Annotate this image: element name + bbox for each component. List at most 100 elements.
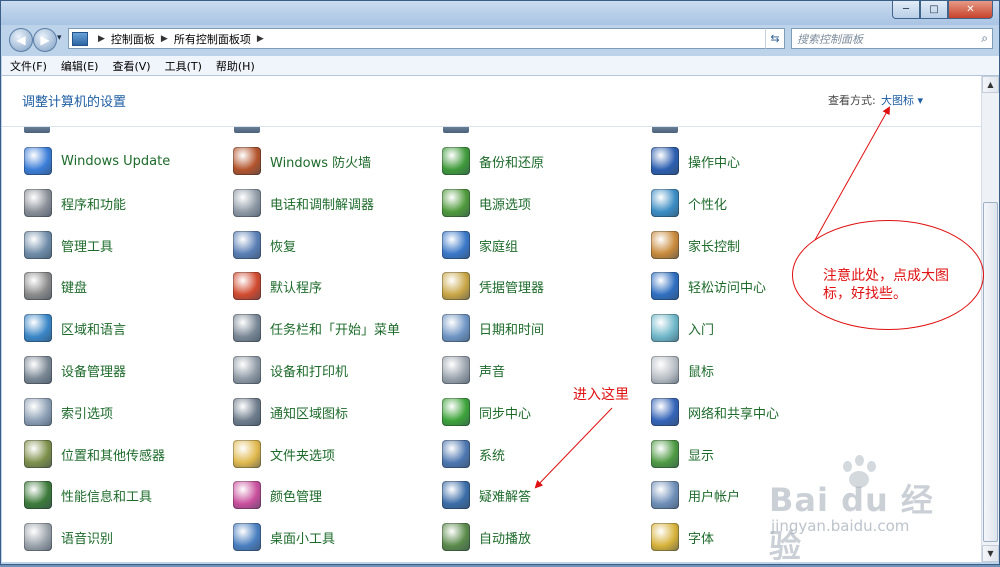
control-panel-item[interactable]: 同步中心 xyxy=(442,398,531,426)
navigation-bar: ◀ ▶ ▾ ▶ 控制面板 ▶ 所有控制面板项 ▶ ⇆ 搜索控制面板 ⌕ xyxy=(1,25,999,53)
control-panel-item-label: 网络和共享中心 xyxy=(688,406,780,422)
taskbar-start-icon xyxy=(233,314,261,342)
baidu-jingyan-watermark: Bai du 经验 jingyan.baidu.com xyxy=(765,455,965,565)
control-panel-item[interactable]: 鼠标 xyxy=(651,356,714,384)
display-icon xyxy=(651,440,679,468)
control-panel-item[interactable]: 操作中心 xyxy=(651,147,740,175)
control-panel-item[interactable]: 系统 xyxy=(442,440,505,468)
credential-manager-icon xyxy=(442,272,470,300)
forward-button[interactable]: ▶ xyxy=(33,28,57,52)
breadcrumb-all-items[interactable]: 所有控制面板项 xyxy=(174,31,251,47)
control-panel-item[interactable]: 管理工具 xyxy=(24,231,113,259)
control-panel-item-label: 自动播放 xyxy=(479,531,532,547)
control-panel-item[interactable]: 家庭组 xyxy=(442,231,518,259)
fonts-icon xyxy=(651,523,679,551)
scrollbar-thumb[interactable] xyxy=(983,202,998,542)
control-panel-item[interactable]: 轻松访问中心 xyxy=(651,272,766,300)
control-panel-item[interactable]: 通知区域图标 xyxy=(233,398,348,426)
title-bar[interactable]: ─ □ ✕ xyxy=(1,1,999,25)
control-panel-item-label: 索引选项 xyxy=(61,406,114,422)
control-panel-item[interactable]: 设备和打印机 xyxy=(233,356,348,384)
control-panel-item[interactable]: 性能信息和工具 xyxy=(24,481,152,509)
control-panel-item[interactable]: 电源选项 xyxy=(442,189,531,217)
view-by-dropdown[interactable]: 大图标 ▾ xyxy=(881,92,923,108)
search-icon[interactable]: ⌕ xyxy=(981,31,988,46)
control-panel-item-label: 任务栏和「开始」菜单 xyxy=(270,322,401,338)
control-panel-item[interactable]: 用户帐户 xyxy=(651,481,740,509)
user-accounts-icon xyxy=(651,481,679,509)
control-panel-item[interactable]: 任务栏和「开始」菜单 xyxy=(233,314,400,342)
control-panel-item[interactable]: 文件夹选项 xyxy=(233,440,335,468)
control-panel-item-label: Windows 防火墙 xyxy=(270,155,372,171)
control-panel-item[interactable]: 电话和调制解调器 xyxy=(233,189,374,217)
troubleshooting-icon xyxy=(442,481,470,509)
vertical-scrollbar[interactable]: ▲ ▼ xyxy=(981,76,999,562)
programs-features-icon xyxy=(24,189,52,217)
mouse-icon xyxy=(651,356,679,384)
scroll-up-button[interactable]: ▲ xyxy=(982,76,999,93)
control-panel-item[interactable]: 颜色管理 xyxy=(233,481,322,509)
refresh-button[interactable]: ⇆ xyxy=(765,28,785,49)
menu-edit[interactable]: 编辑(E) xyxy=(53,58,105,74)
close-button[interactable]: ✕ xyxy=(948,1,993,19)
control-panel-item[interactable]: 桌面小工具 xyxy=(233,523,335,551)
control-panel-item[interactable]: Windows 防火墙 xyxy=(233,147,371,175)
control-panel-item[interactable]: 自动播放 xyxy=(442,523,531,551)
menu-file[interactable]: 文件(F) xyxy=(2,58,53,74)
homegroup-icon xyxy=(442,231,470,259)
search-input[interactable]: 搜索控制面板 ⌕ xyxy=(791,28,993,49)
back-arrow-icon: ◀ xyxy=(16,33,26,47)
control-panel-item[interactable]: 显示 xyxy=(651,440,714,468)
control-panel-item[interactable]: 家长控制 xyxy=(651,231,740,259)
control-panel-item[interactable]: 恢复 xyxy=(233,231,296,259)
sound-icon xyxy=(442,356,470,384)
admin-tools-icon xyxy=(24,231,52,259)
control-panel-item[interactable]: 位置和其他传感器 xyxy=(24,440,165,468)
default-programs-icon xyxy=(233,272,261,300)
breadcrumb-separator-icon: ▶ xyxy=(256,33,264,44)
control-panel-item[interactable]: 索引选项 xyxy=(24,398,113,426)
menu-help[interactable]: 帮助(H) xyxy=(208,58,261,74)
control-panel-item[interactable]: 网络和共享中心 xyxy=(651,398,779,426)
control-panel-icon xyxy=(72,31,88,46)
back-button[interactable]: ◀ xyxy=(9,28,33,52)
menu-tools[interactable]: 工具(T) xyxy=(157,58,208,74)
control-panel-item[interactable]: 入门 xyxy=(651,314,714,342)
control-panel-item-label: 位置和其他传感器 xyxy=(61,448,166,464)
maximize-icon: □ xyxy=(929,4,939,15)
control-panel-item[interactable]: Windows Update xyxy=(24,147,170,175)
control-panel-item[interactable]: 声音 xyxy=(442,356,505,384)
chevron-down-icon: ▾ xyxy=(57,33,62,43)
recent-pages-dropdown[interactable]: ▾ xyxy=(57,33,62,43)
control-panel-item[interactable]: 日期和时间 xyxy=(442,314,544,342)
control-panel-item-label: 键盘 xyxy=(61,280,88,296)
control-panel-item[interactable]: 个性化 xyxy=(651,189,727,217)
control-panel-item[interactable]: 语音识别 xyxy=(24,523,113,551)
breadcrumb-control-panel[interactable]: 控制面板 xyxy=(111,31,155,47)
control-panel-item[interactable]: 凭据管理器 xyxy=(442,272,544,300)
control-panel-item[interactable]: 疑难解答 xyxy=(442,481,531,509)
control-panel-item[interactable]: 键盘 xyxy=(24,272,87,300)
firewall-icon xyxy=(233,147,261,175)
address-bar[interactable]: ▶ 控制面板 ▶ 所有控制面板项 ▶ xyxy=(68,28,785,49)
menu-view[interactable]: 查看(V) xyxy=(104,58,156,74)
annotation-callout-text: 注意此处，点成大图标，好找些。 xyxy=(823,268,949,302)
sync-center-icon xyxy=(442,398,470,426)
control-panel-item[interactable]: 字体 xyxy=(651,523,714,551)
control-panel-item[interactable]: 默认程序 xyxy=(233,272,322,300)
action-center-flag-icon xyxy=(651,147,679,175)
control-panel-item[interactable]: 备份和还原 xyxy=(442,147,544,175)
scroll-down-button[interactable]: ▼ xyxy=(982,545,999,562)
control-panel-item-label: 操作中心 xyxy=(688,155,741,171)
arrow-down-icon: ▼ xyxy=(987,549,994,558)
control-panel-item[interactable]: 设备管理器 xyxy=(24,356,126,384)
minimize-button[interactable]: ─ xyxy=(892,1,920,19)
maximize-button[interactable]: □ xyxy=(920,1,948,19)
control-panel-item[interactable]: 程序和功能 xyxy=(24,189,126,217)
control-panel-item[interactable]: 区域和语言 xyxy=(24,314,126,342)
performance-info-icon xyxy=(24,481,52,509)
power-options-icon xyxy=(442,189,470,217)
control-panel-item-label: 入门 xyxy=(688,322,715,338)
devices-printers-icon xyxy=(233,356,261,384)
partial-item-icon xyxy=(443,127,469,133)
